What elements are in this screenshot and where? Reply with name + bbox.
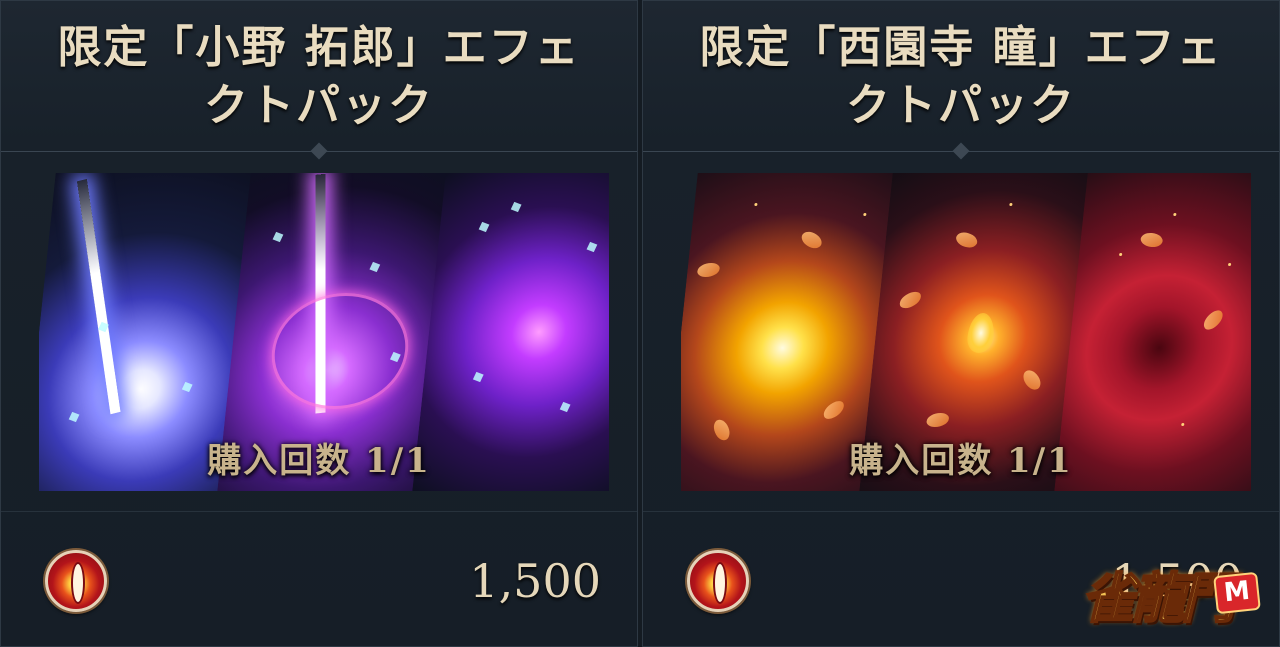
red-gem-coin-icon [45, 550, 107, 612]
effect-pack-card-ono[interactable]: 限定「小野 拓郎」エフェ クトパック 購入回数 1/1 1,500 [0, 0, 638, 647]
game-logo-watermark: 雀龍門 M [1080, 554, 1265, 634]
purchase-count-label: 購入回数 1/1 [207, 441, 431, 481]
divider-diamond-icon [310, 142, 328, 160]
card-title-line2: クトパック [204, 80, 434, 131]
price-label: 1,500 [469, 554, 601, 608]
game-logo-badge: M [1213, 571, 1261, 615]
red-gem-coin-icon [687, 550, 749, 612]
purchase-count-label: 購入回数 1/1 [849, 441, 1073, 481]
card-title-line1: 限定「小野 拓郎」エフェ [57, 22, 581, 73]
card-title-line1: 限定「西園寺 瞳」エフェ [699, 22, 1223, 73]
card-title-line2: クトパック [846, 80, 1076, 131]
card-footer: 1,500 [1, 511, 637, 647]
divider-diamond-icon [952, 142, 970, 160]
game-logo-text: 雀龍門 [1080, 565, 1236, 631]
card-title: 限定「西園寺 瞳」エフェ クトパック [643, 19, 1279, 135]
effect-shop: 限定「小野 拓郎」エフェ クトパック 購入回数 1/1 1,500 限定「西園寺… [0, 0, 1280, 647]
card-title: 限定「小野 拓郎」エフェ クトパック [1, 19, 637, 135]
effect-pack-card-saionji[interactable]: 限定「西園寺 瞳」エフェ クトパック 購入回数 1/1 1,500 雀龍門 M [642, 0, 1280, 647]
